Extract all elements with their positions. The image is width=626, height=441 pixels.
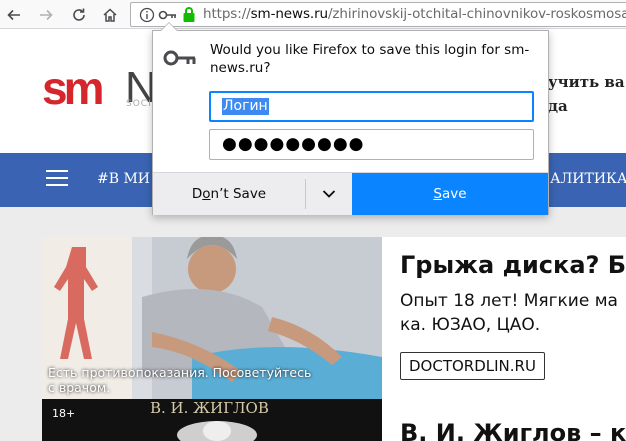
ad-link-button[interactable]: DOCTORDLIN.RU <box>400 352 545 380</box>
browser-toolbar: https://sm-news.ru/zhirinovskij-otchital… <box>0 0 626 29</box>
reload-icon <box>73 8 85 21</box>
ad-text-line1: Опыт 18 лет! Мягкие ма <box>400 291 618 311</box>
site-logo-tagline: SOCI <box>126 99 152 109</box>
dont-save-label-start: D <box>191 186 203 202</box>
ad-disclaimer: Есть противопоказания. Посоветуйтесь с в… <box>48 365 311 395</box>
ad-title[interactable]: Грыжа диска? Б <box>400 251 626 279</box>
dont-save-label-end: n’t Save <box>210 186 267 202</box>
forward-button[interactable] <box>34 3 58 27</box>
url-host: sm-news.ru <box>250 6 328 22</box>
nav-item-analytics[interactable]: АЛИТИКА <box>550 171 626 187</box>
more-options-dropdown[interactable] <box>306 173 352 215</box>
key-icon[interactable] <box>158 7 178 23</box>
chevron-down-icon <box>322 190 336 198</box>
save-button[interactable]: Save <box>352 173 548 215</box>
ad-disclaimer-line1: Есть противопоказания. Посоветуйтесь <box>48 365 312 380</box>
ad-text-line2: ка. ЮЗАО, ЦАО. <box>400 315 541 335</box>
ad-title-2[interactable]: В. И. Жиглов – к <box>400 419 626 441</box>
dont-save-button[interactable]: Don’t Save <box>153 173 305 215</box>
url-path: /zhirinovskij-otchital-chinovnikov-rosko… <box>327 6 626 22</box>
nav-item-left[interactable]: #В МИ <box>97 171 150 187</box>
dont-save-accesskey: o <box>202 186 211 202</box>
password-field[interactable]: ●●●●●●●●● <box>209 129 534 160</box>
lock-icon[interactable] <box>182 6 196 23</box>
back-button[interactable] <box>2 3 26 27</box>
home-icon <box>103 8 117 22</box>
password-value: ●●●●●●●●● <box>222 134 365 154</box>
username-field[interactable]: Логин <box>209 91 534 122</box>
ad-card-2[interactable]: В. И. ЖИГЛОВ 18+ В. И. Жиглов – к <box>42 399 626 441</box>
ad-image[interactable]: Есть противопоказания. Посоветуйтесь с в… <box>42 237 382 399</box>
arrow-right-icon <box>40 9 53 21</box>
hamburger-menu-icon[interactable] <box>46 170 68 188</box>
url-bar[interactable]: https://sm-news.ru/zhirinovskij-otchital… <box>130 2 626 27</box>
doorhanger-arrow-inner <box>161 23 177 31</box>
header-promo-line1: учить ва <box>548 73 625 91</box>
age-rating-badge: 18+ <box>52 407 76 420</box>
header-promo-line2: да <box>548 97 568 115</box>
ad-text: Опыт 18 лет! Мягкие ма ка. ЮЗАО, ЦАО. <box>400 289 618 337</box>
key-icon <box>163 50 196 66</box>
ad-disclaimer-line2: с врачом. <box>48 380 111 395</box>
doorhanger-message: Would you like Firefox to save this logi… <box>210 42 530 76</box>
book-cover-figure <box>177 421 257 441</box>
arrow-left-icon <box>7 9 20 21</box>
url-scheme: https:// <box>203 6 251 22</box>
username-value: Логин <box>222 98 269 115</box>
save-login-doorhanger: Would you like Firefox to save this logi… <box>152 30 549 215</box>
ad-card[interactable]: Есть противопоказания. Посоветуйтесь с в… <box>42 237 626 399</box>
url-text[interactable]: https://sm-news.ru/zhirinovskij-otchital… <box>203 6 626 22</box>
home-button[interactable] <box>98 3 122 27</box>
header-promo[interactable]: учить ва да <box>548 70 625 118</box>
site-logo[interactable]: sm <box>42 65 105 111</box>
save-accesskey: S <box>433 186 442 202</box>
reload-button[interactable] <box>67 3 91 27</box>
doorhanger-footer: Don’t Save Save <box>153 172 548 215</box>
info-icon[interactable] <box>139 7 155 23</box>
book-image[interactable]: В. И. ЖИГЛОВ 18+ <box>42 399 382 441</box>
save-label-end: ave <box>442 186 467 202</box>
